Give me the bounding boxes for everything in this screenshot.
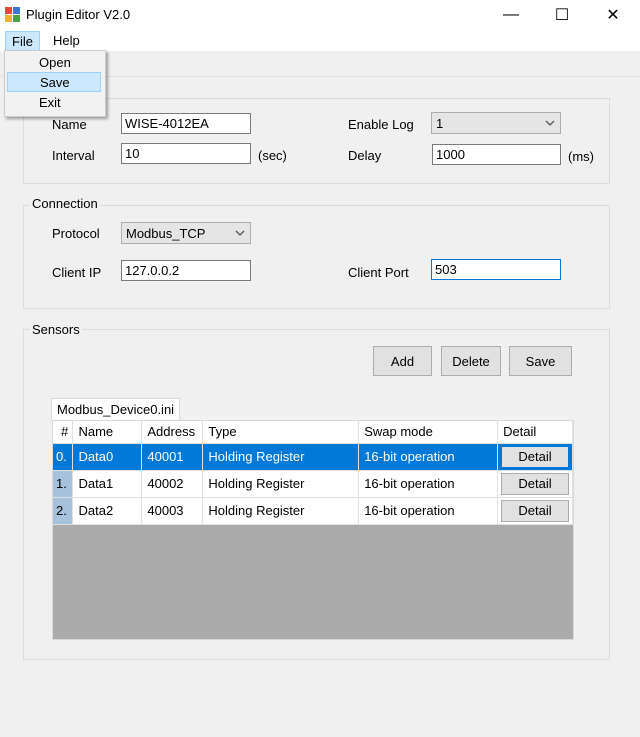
row-name[interactable]: Data0 [72, 443, 143, 471]
row-name[interactable]: Data1 [72, 470, 143, 498]
chevron-down-icon [235, 230, 245, 236]
row-index: 0. [53, 443, 74, 471]
interval-field[interactable]: 10 [121, 143, 251, 164]
maximize-icon: ☐ [554, 7, 570, 24]
menu-help[interactable]: Help [47, 31, 86, 50]
client-ip-label: Client IP [52, 265, 102, 280]
add-button[interactable]: Add [373, 346, 432, 376]
minimize-button[interactable]: — [488, 0, 534, 30]
row-swap-mode[interactable]: 16-bit operation [358, 470, 499, 498]
protocol-label: Protocol [52, 226, 100, 241]
name-label: Name [52, 117, 87, 132]
detail-button[interactable]: Detail [501, 472, 569, 495]
save-button[interactable]: Save [509, 346, 572, 376]
tab-modbus-device0[interactable]: Modbus_Device0.ini [51, 398, 181, 420]
row-index: 2. [53, 497, 74, 525]
connection-legend: Connection [30, 196, 100, 211]
column-header[interactable]: Type [202, 421, 360, 444]
sensors-grid: # Name Address Type Swap mode Detail 0. … [52, 420, 574, 640]
enable-log-select[interactable]: 1 [431, 112, 561, 134]
delay-label: Delay [348, 148, 382, 163]
row-address[interactable]: 40003 [141, 497, 204, 525]
client-port-label: Client Port [348, 265, 409, 280]
column-header[interactable]: Detail [497, 421, 573, 444]
delay-field[interactable]: 1000 [432, 144, 561, 165]
menu-item-open[interactable]: Open [7, 53, 101, 73]
menu-item-exit[interactable]: Exit [7, 93, 101, 113]
table-row[interactable]: 1. Data1 40002 Holding Register 16-bit o… [53, 470, 573, 498]
row-type[interactable]: Holding Register [202, 443, 360, 471]
protocol-value: Modbus_TCP [126, 225, 206, 241]
row-address[interactable]: 40002 [141, 470, 204, 498]
close-icon: ✕ [606, 7, 620, 24]
close-button[interactable]: ✕ [590, 0, 636, 30]
row-detail-cell: Detail [497, 497, 573, 525]
sensors-table: # Name Address Type Swap mode Detail 0. … [53, 421, 573, 525]
maximize-button[interactable]: ☐ [539, 0, 585, 30]
detail-button[interactable]: Detail [501, 445, 569, 468]
minimize-icon: — [503, 6, 519, 23]
row-type[interactable]: Holding Register [202, 470, 360, 498]
menu-item-save[interactable]: Save [7, 72, 101, 92]
sensors-legend: Sensors [30, 322, 82, 337]
row-detail-cell: Detail [497, 470, 573, 498]
column-header[interactable]: Name [72, 421, 143, 444]
delete-button[interactable]: Delete [441, 346, 501, 376]
row-address[interactable]: 40001 [141, 443, 204, 471]
client-port-field[interactable]: 503 [431, 259, 561, 280]
interval-unit: (sec) [258, 148, 287, 163]
column-header[interactable]: Swap mode [358, 421, 499, 444]
row-type[interactable]: Holding Register [202, 497, 360, 525]
table-row[interactable]: 0. Data0 40001 Holding Register 16-bit o… [53, 443, 573, 471]
connection-group [23, 205, 610, 309]
table-row[interactable]: 2. Data2 40003 Holding Register 16-bit o… [53, 497, 573, 525]
menu-file[interactable]: File [5, 31, 40, 52]
row-name[interactable]: Data2 [72, 497, 143, 525]
window-title: Plugin Editor V2.0 [26, 7, 131, 22]
row-detail-cell: Detail [497, 443, 573, 471]
row-swap-mode[interactable]: 16-bit operation [358, 497, 499, 525]
enable-log-label: Enable Log [348, 117, 414, 132]
app-icon [5, 7, 20, 22]
column-header[interactable]: Address [141, 421, 204, 444]
client-ip-field[interactable]: 127.0.0.2 [121, 260, 251, 281]
row-index: 1. [53, 470, 74, 498]
column-header[interactable]: # [53, 421, 74, 444]
interval-label: Interval [52, 148, 95, 163]
row-swap-mode[interactable]: 16-bit operation [358, 443, 499, 471]
detail-button[interactable]: Detail [501, 499, 569, 522]
general-group [23, 98, 610, 184]
name-field[interactable]: WISE-4012EA [121, 113, 251, 134]
protocol-select[interactable]: Modbus_TCP [121, 222, 251, 244]
enable-log-value: 1 [436, 115, 444, 131]
menu-bar [0, 30, 640, 51]
chevron-down-icon [545, 120, 555, 126]
delay-unit: (ms) [568, 149, 594, 164]
file-dropdown-menu: Open Save Exit [4, 50, 106, 117]
table-header: # Name Address Type Swap mode Detail [53, 421, 573, 444]
